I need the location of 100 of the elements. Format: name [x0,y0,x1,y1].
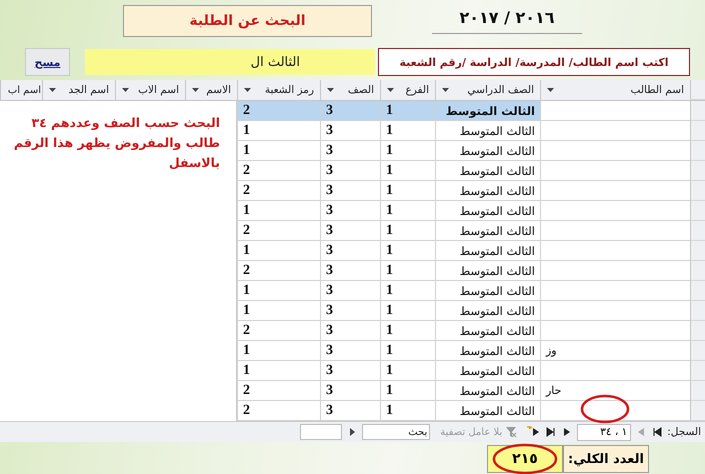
table-cell: الثالث المتوسط [435,341,540,361]
table-cell: الثالث المتوسط [435,261,540,281]
table-cell: 2 [237,321,320,341]
filter-icon [505,426,518,438]
column-header[interactable]: اسم الجد [42,80,115,100]
table-cell: 1 [237,341,320,361]
table-cell: الثالث المتوسط [435,121,540,141]
dropdown-arrow-icon[interactable] [122,88,129,92]
table-cell: الثالث المتوسط [435,101,540,121]
table-cell: 1 [380,321,435,341]
search-field[interactable]: الثالث ال [85,49,375,75]
horizontal-scrollbar[interactable] [300,424,342,440]
row-selector[interactable] [690,161,705,181]
dropdown-arrow-icon[interactable] [547,88,554,92]
table-cell: الثالث المتوسط [435,161,540,181]
table-cell: الثالث المتوسط [435,221,540,241]
dropdown-arrow-icon[interactable] [49,88,56,92]
table-cell: 1 [237,201,320,221]
row-selector[interactable] [690,341,705,361]
row-selector[interactable] [690,261,705,281]
note-text: البحث حسب الصف وعددهم ٣٤ طالب والمفروض يظهر هذا الرقم بالاسفل [12,114,220,172]
table-cell: 2 [237,261,320,281]
table-cell: 3 [320,401,380,421]
dropdown-arrow-icon[interactable] [387,88,394,92]
table-cell: 1 [380,301,435,321]
select-all-cell[interactable] [690,80,705,100]
dropdown-arrow-icon[interactable] [192,88,199,92]
table-cell: وز [540,341,690,361]
table-cell: 1 [237,301,320,321]
table-cell: 1 [380,261,435,281]
table-cell: 1 [380,281,435,301]
table-cell: الثالث المتوسط [435,401,540,421]
table-cell: 3 [320,181,380,201]
table-cell: 1 [237,141,320,161]
row-selector[interactable] [690,361,705,381]
record-field[interactable]: ١ ، ٣٤ [577,424,632,440]
clear-button[interactable]: مسح [25,48,70,76]
row-selector[interactable] [690,381,705,401]
table-cell: 3 [320,121,380,141]
table-cell: 2 [237,221,320,241]
table-cell: الثالث المتوسط [435,281,540,301]
table-cell: الثالث المتوسط [435,361,540,381]
table-cell: 1 [380,221,435,241]
table-cell: 2 [237,381,320,401]
row-selector[interactable] [690,401,705,421]
table-cell: 3 [320,301,380,321]
academic-year: ٢٠١٦ / ٢٠١٧ [432,8,582,34]
column-header[interactable]: الصف [320,80,380,100]
row-selector[interactable] [690,201,705,221]
table-cell: 3 [320,101,380,121]
column-header[interactable]: الصف الدراسي [435,80,540,100]
table-cell: 3 [320,361,380,381]
column-header[interactable]: الاسم [185,80,237,100]
table-cell: الثالث المتوسط [435,301,540,321]
form-title: البحث عن الطلبة [123,5,372,37]
column-header[interactable]: اسم الطالب [540,80,690,100]
table-cell: حار [540,381,690,401]
table-cell: 1 [380,141,435,161]
row-selector[interactable] [690,181,705,201]
table-cell: الثالث المتوسط [435,201,540,221]
row-selector[interactable] [690,141,705,161]
new-record-icon[interactable] [527,426,542,438]
search-box[interactable]: بحث [362,424,430,440]
row-selector[interactable] [690,281,705,301]
table-cell: 3 [320,141,380,161]
row-selector[interactable] [690,241,705,261]
annotation-ellipse [580,394,630,424]
column-header[interactable]: رمز الشعبة [237,80,320,100]
row-selector[interactable] [690,321,705,341]
table-cell: 3 [320,241,380,261]
table-cell: 2 [237,101,320,121]
table-cell: 3 [320,261,380,281]
table-cell: 1 [380,161,435,181]
dropdown-arrow-icon[interactable] [244,88,251,92]
table-cell: 3 [320,381,380,401]
row-selector[interactable] [690,221,705,241]
table-cell: 1 [380,181,435,201]
search-hint: اكتب اسم الطالب/ المدرسة/ الدراسة /رقم الشعبة [378,48,690,76]
dropdown-arrow-icon[interactable] [327,88,334,92]
row-selector[interactable] [690,121,705,141]
table-cell: 1 [237,241,320,261]
record-label: السجل: [667,426,701,438]
column-header[interactable]: اسم الاب [115,80,185,100]
column-header[interactable]: الفرع [380,80,435,100]
row-selector[interactable] [690,301,705,321]
table-cell: 3 [320,341,380,361]
table-cell: 2 [237,161,320,181]
table-cell: 1 [380,401,435,421]
table-cell: 1 [237,121,320,141]
table-cell: 3 [320,281,380,301]
table-cell: 1 [237,281,320,301]
table-cell: 1 [380,101,435,121]
table-cell: 3 [320,321,380,341]
table-cell: 1 [380,341,435,361]
table-cell: 1 [380,121,435,141]
table-cell: الثالث المتوسط [435,241,540,261]
dropdown-arrow-icon[interactable] [442,88,449,92]
table-cell: 1 [380,361,435,381]
row-selector[interactable] [690,101,705,121]
column-header[interactable]: اسم اب [0,80,42,100]
